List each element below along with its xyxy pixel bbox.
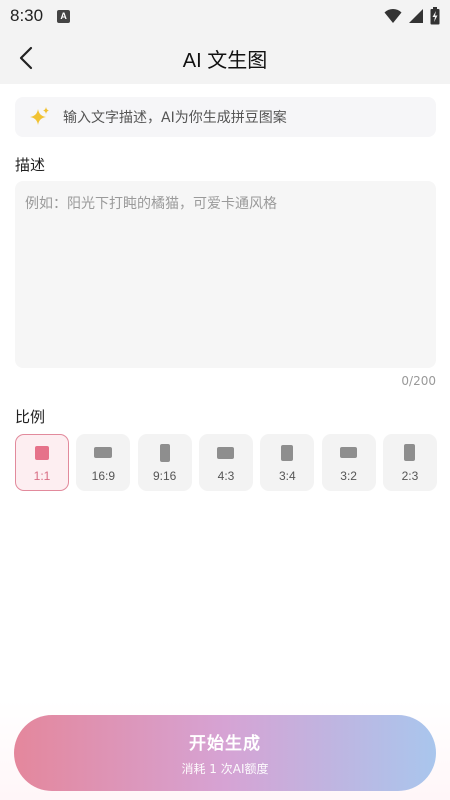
chevron-left-icon [19, 46, 33, 70]
ratio-option-label: 16:9 [91, 468, 115, 483]
tip-card: 输入文字描述，AI为你生成拼豆图案 [15, 97, 436, 137]
ratio-square-icon [35, 445, 49, 460]
ratio-landscape-icon [94, 447, 113, 458]
tip-text: 输入文字描述，AI为你生成拼豆图案 [63, 110, 287, 126]
start-button-title: 开始生成 [189, 734, 261, 754]
ratio-label: 比例 [15, 408, 46, 426]
status-bar: 8:30 A [0, 0, 450, 32]
ratio-option-1-1[interactable]: 1:1 [15, 434, 69, 491]
sparkle-icon [30, 107, 49, 125]
ratio-option-label: 9:16 [152, 468, 177, 483]
start-generate-button[interactable]: 开始生成 消耗 1 次AI额度 [14, 715, 436, 791]
ratio-option-label: 3:2 [340, 468, 357, 483]
ratio-options: 1:1 16:9 9:16 4:3 3:4 3:2 2:3 [15, 434, 437, 491]
back-button[interactable] [12, 44, 40, 72]
ratio-option-label: 1:1 [33, 468, 51, 483]
ratio-portrait-icon [159, 443, 170, 462]
wifi-icon [384, 8, 402, 23]
ratio-portrait-icon [404, 444, 416, 461]
page-title: AI 文生图 [182, 49, 268, 72]
description-input[interactable] [15, 181, 436, 368]
battery-icon [430, 7, 440, 25]
status-time: 8:30 [10, 6, 44, 25]
start-button-subtitle: 消耗 1 次AI额度 [181, 762, 269, 776]
notification-icon: A [57, 9, 71, 23]
ratio-portrait-icon [281, 444, 294, 461]
ratio-option-4-3[interactable]: 4:3 [198, 434, 253, 491]
ratio-option-16-9[interactable]: 16:9 [76, 434, 131, 491]
character-counter: 0/200 [401, 374, 436, 388]
ratio-option-3-4[interactable]: 3:4 [260, 434, 315, 491]
ratio-option-label: 2:3 [401, 468, 419, 483]
description-label: 描述 [15, 156, 46, 174]
ratio-option-label: 4:3 [217, 468, 235, 483]
ratio-option-9-16[interactable]: 9:16 [137, 434, 192, 491]
ratio-option-label: 3:4 [278, 468, 296, 483]
ratio-landscape-icon [217, 446, 235, 459]
ratio-landscape-icon [340, 447, 358, 458]
ratio-option-3-2[interactable]: 3:2 [321, 434, 376, 491]
signal-icon [409, 9, 423, 23]
header: AI 文生图 [0, 32, 450, 84]
status-icons [384, 7, 440, 25]
ratio-option-2-3[interactable]: 2:3 [382, 434, 437, 491]
